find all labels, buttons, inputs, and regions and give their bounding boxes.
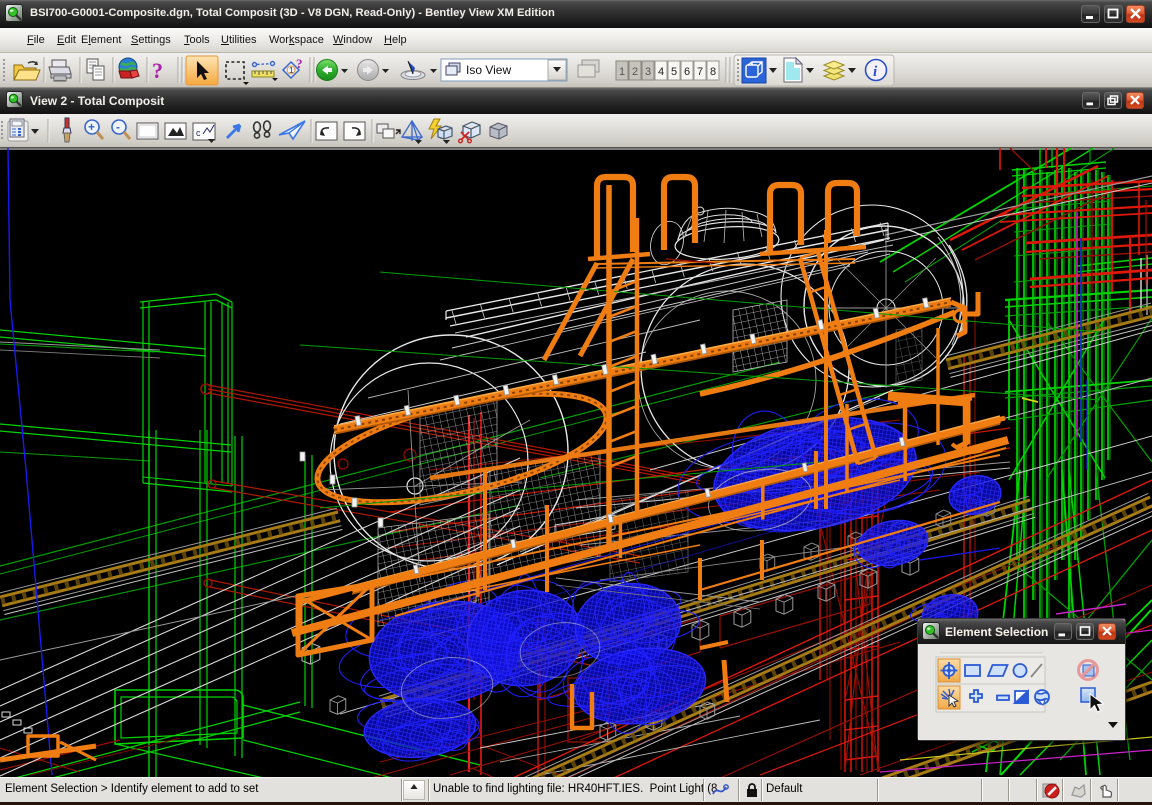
svg-text:?: ? [152,58,163,83]
svg-text:2: 2 [632,66,638,78]
svg-text:8: 8 [710,66,716,78]
svg-text:-: - [116,120,120,134]
svg-text:7: 7 [697,66,703,78]
svg-text:5: 5 [671,66,677,78]
svg-text:?: ? [296,56,303,71]
svg-text:1: 1 [619,66,625,78]
svg-text:4: 4 [658,66,664,78]
svg-text:3: 3 [645,66,651,78]
svg-text:1: 1 [289,66,294,75]
svg-text:c: c [196,128,201,138]
svg-text:Iso View: Iso View [466,63,511,77]
svg-text:+: + [88,120,95,134]
svg-text:6: 6 [684,66,690,78]
